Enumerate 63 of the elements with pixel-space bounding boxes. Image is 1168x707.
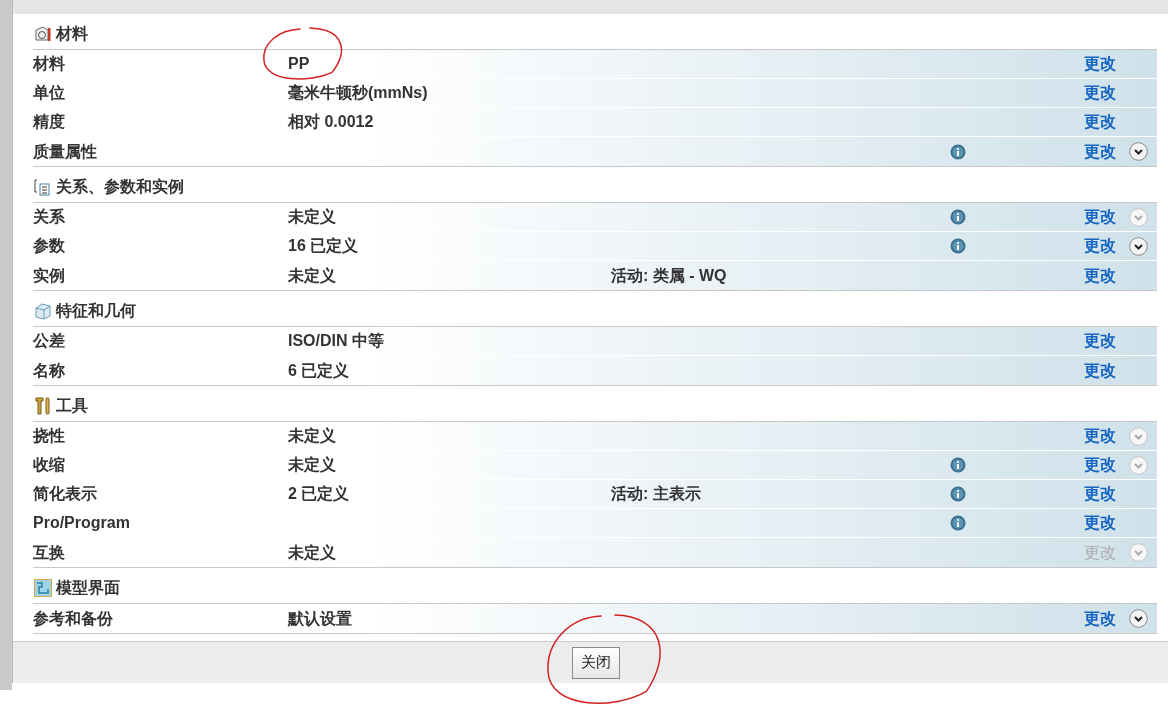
property-value: 默认设置: [288, 609, 352, 627]
property-label: 关系: [33, 207, 66, 227]
change-link[interactable]: 更改: [1084, 55, 1116, 72]
interface-icon: [33, 577, 53, 598]
property-value: 未定义: [288, 456, 336, 473]
expand-chevron-icon[interactable]: [1129, 236, 1148, 256]
property-value: 未定义: [288, 543, 336, 561]
expand-chevron-icon[interactable]: [1129, 142, 1148, 161]
info-icon[interactable]: [950, 515, 966, 531]
property-label: 互换: [33, 542, 66, 563]
document-icon: [33, 176, 53, 197]
property-value: 毫米牛顿秒(mmNs): [288, 84, 428, 101]
change-link[interactable]: 更改: [1084, 266, 1116, 284]
property-label: 收缩: [33, 455, 66, 475]
property-value: 相对 0.0012: [288, 113, 374, 130]
cube-icon: [33, 300, 53, 321]
section-title: 模型界面: [56, 577, 120, 598]
change-link[interactable]: 更改: [1084, 609, 1116, 627]
close-button[interactable]: 关闭: [571, 646, 620, 679]
change-link[interactable]: 更改: [1084, 361, 1116, 379]
section-title: 材料: [56, 23, 88, 44]
change-link[interactable]: 更改: [1084, 456, 1116, 473]
property-label: 单位: [33, 83, 66, 103]
property-label: 材料: [33, 54, 66, 74]
active-note: 活动: 主表示: [611, 485, 701, 502]
change-link[interactable]: 更改: [1084, 142, 1116, 160]
change-link[interactable]: 更改: [1084, 84, 1116, 101]
section-title: 特征和几何: [56, 300, 136, 321]
tools-icon: [33, 395, 53, 416]
property-label: 挠性: [33, 426, 66, 446]
section-title: 工具: [56, 395, 88, 416]
change-link[interactable]: 更改: [1084, 113, 1116, 130]
property-value: PP: [288, 55, 310, 72]
property-label: 名称: [33, 360, 66, 381]
info-icon[interactable]: [950, 486, 966, 502]
change-link[interactable]: 更改: [1084, 208, 1116, 225]
info-icon[interactable]: [950, 209, 966, 225]
info-icon[interactable]: [950, 457, 966, 473]
property-value: 未定义: [288, 266, 336, 284]
property-value: 2 已定义: [288, 485, 350, 502]
property-value: 未定义: [288, 208, 336, 225]
property-value: 6 已定义: [288, 361, 350, 379]
property-label: 参数: [33, 236, 66, 256]
property-label: 精度: [33, 112, 66, 132]
property-label: 公差: [33, 331, 66, 351]
property-label: 实例: [33, 265, 66, 286]
property-label: Pro/Program: [33, 513, 131, 533]
change-link[interactable]: 更改: [1084, 237, 1116, 254]
property-value: ISO/DIN 中等: [288, 332, 384, 349]
change-link[interactable]: 更改: [1084, 485, 1116, 502]
change-link[interactable]: 更改: [1084, 332, 1116, 349]
section-title: 关系、参数和实例: [56, 176, 184, 197]
property-value: 未定义: [288, 427, 336, 444]
change-link[interactable]: 更改: [1084, 427, 1116, 444]
property-label: 参考和备份: [33, 608, 114, 629]
change-link[interactable]: 更改: [1084, 514, 1116, 531]
property-value: 16 已定义: [288, 237, 359, 254]
property-label: 质量属性: [33, 141, 98, 162]
property-label: 简化表示: [33, 484, 98, 504]
info-icon[interactable]: [950, 238, 966, 254]
expand-chevron-icon[interactable]: [1129, 609, 1148, 628]
active-note: 活动: 类属 - WQ: [611, 266, 727, 284]
info-icon[interactable]: [950, 143, 966, 160]
